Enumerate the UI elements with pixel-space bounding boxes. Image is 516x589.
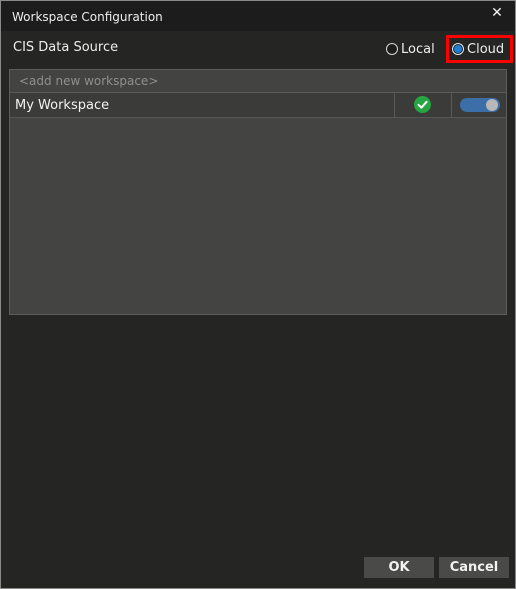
column-divider — [394, 93, 395, 117]
new-workspace-input[interactable] — [19, 74, 489, 88]
new-workspace-row[interactable] — [10, 70, 506, 93]
workspace-row[interactable]: My Workspace — [10, 93, 506, 118]
workspace-enabled-toggle[interactable] — [460, 98, 500, 112]
ok-button[interactable]: OK — [364, 557, 434, 578]
workspace-name[interactable]: My Workspace — [15, 98, 109, 113]
workspace-grid: My Workspace — [9, 69, 507, 315]
window-title: Workspace Configuration — [12, 10, 163, 24]
radio-local-label[interactable]: Local — [401, 42, 435, 57]
cancel-button[interactable]: Cancel — [439, 557, 509, 578]
title-bar: Workspace Configuration ✕ — [1, 1, 515, 31]
toggle-knob — [486, 99, 498, 111]
radio-local[interactable]: Local — [386, 41, 435, 57]
radio-local-button[interactable] — [386, 43, 398, 55]
radio-cloud-button[interactable] — [452, 43, 464, 55]
column-divider — [451, 93, 452, 117]
data-source-label: CIS Data Source — [13, 40, 119, 55]
close-icon[interactable]: ✕ — [489, 5, 505, 21]
check-circle-icon — [414, 96, 431, 113]
workspace-configuration-dialog: Workspace Configuration ✕ CIS Data Sourc… — [0, 0, 516, 589]
radio-cloud-label[interactable]: Cloud — [467, 42, 504, 57]
radio-cloud[interactable]: Cloud — [452, 41, 504, 57]
